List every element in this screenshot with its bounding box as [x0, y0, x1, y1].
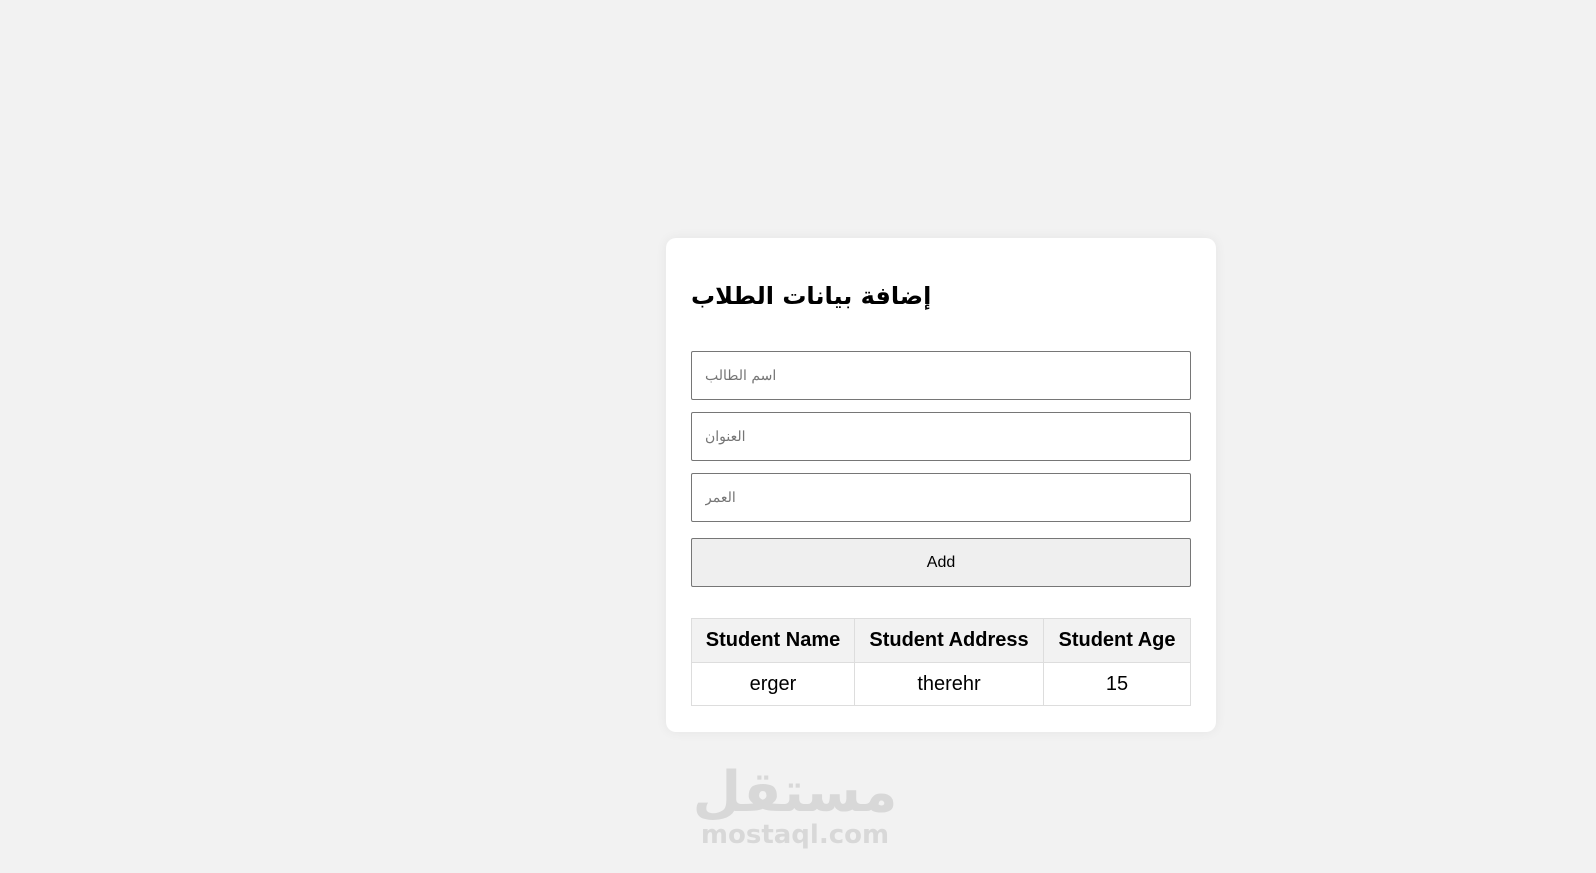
table-header-row: Student Name Student Address Student Age — [691, 618, 1191, 663]
column-header-student-address: Student Address — [854, 618, 1044, 663]
column-header-student-name: Student Name — [691, 618, 855, 663]
student-age-input[interactable] — [691, 473, 1191, 522]
mostaql-watermark: مستقل mostaql.com — [690, 760, 900, 850]
watermark-arabic-logo: مستقل — [692, 760, 898, 825]
student-name-input[interactable] — [691, 351, 1191, 400]
cell-student-address: therehr — [854, 662, 1044, 706]
student-form-card: إضافة بيانات الطلاب Add Student Name Stu… — [666, 238, 1216, 732]
watermark-domain: mostaql.com — [700, 820, 890, 850]
column-header-student-age: Student Age — [1043, 618, 1191, 663]
student-address-input[interactable] — [691, 412, 1191, 461]
add-button[interactable]: Add — [691, 538, 1191, 587]
form-title: إضافة بيانات الطلاب — [691, 282, 932, 310]
students-table: Student Name Student Address Student Age… — [691, 618, 1191, 706]
cell-student-age: 15 — [1043, 662, 1191, 706]
cell-student-name: erger — [691, 662, 855, 706]
table-row: erger therehr 15 — [691, 662, 1191, 706]
